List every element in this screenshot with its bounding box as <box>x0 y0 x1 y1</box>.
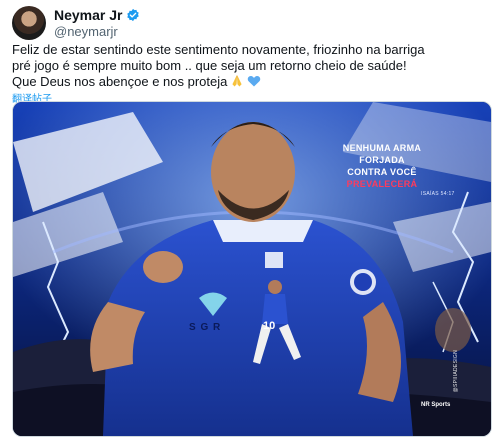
poster-watermark: NR Sports <box>421 402 451 408</box>
jersey-sponsor-text: S G R <box>189 322 222 333</box>
tweet-text-line-content: Que Deus nos abençoe e nos proteja <box>12 74 228 89</box>
tweet-text-line: Que Deus nos abençoe e nos proteja <box>12 74 490 90</box>
poster-quote: NENHUMA ARMA FORJADA CONTRA VOCÊ PREVALE… <box>307 142 457 190</box>
poster-quote-line: NENHUMA ARMA <box>342 143 422 153</box>
folded-hands-icon <box>232 75 242 87</box>
tweet-media-image[interactable]: NENHUMA ARMA FORJADA CONTRA VOCÊ PREVALE… <box>12 101 492 437</box>
poster-quote-line: FORJADA <box>359 155 405 165</box>
author-handle[interactable]: @neymarjr <box>54 24 118 39</box>
poster-quote-line: PREVALECERÁ <box>346 179 418 189</box>
author-row: Neymar Jr <box>54 7 140 23</box>
author-name[interactable]: Neymar Jr <box>54 7 123 23</box>
tweet-text-line: Feliz de estar sentindo este sentimento … <box>12 42 425 57</box>
tweet: Neymar Jr @neymarjr Feliz de estar senti… <box>0 0 500 440</box>
poster-designer-credit: @SPIIIADESIGN <box>453 350 459 393</box>
tweet-text: Feliz de estar sentindo este sentimento … <box>12 42 490 90</box>
tweet-text-line: pré jogo é sempre muito bom .. que seja … <box>12 58 407 73</box>
jersey-number: 10 <box>263 320 276 332</box>
avatar[interactable] <box>12 6 46 40</box>
poster-bible-reference: ISAÍAS 54:17 <box>421 191 455 197</box>
blue-heart-icon <box>248 76 261 87</box>
poster-quote-line: CONTRA VOCÊ <box>347 167 417 177</box>
verified-badge-icon <box>126 8 139 22</box>
